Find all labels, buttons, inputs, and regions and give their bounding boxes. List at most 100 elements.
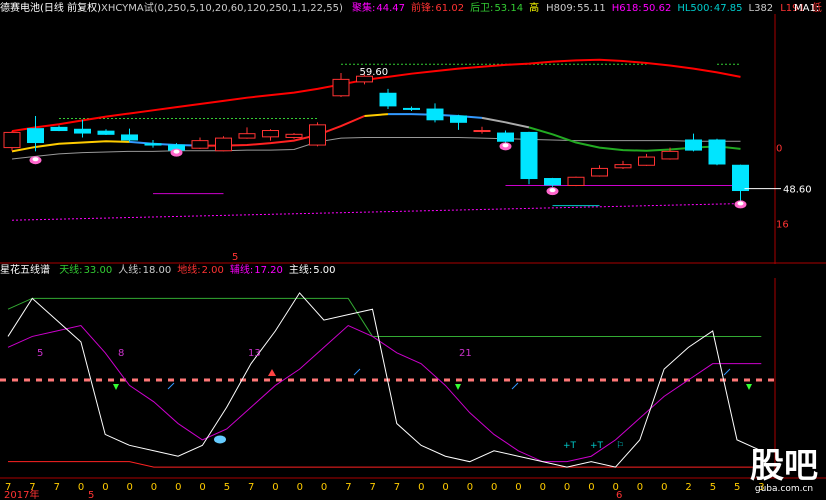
sell-arrow-icon	[268, 369, 276, 376]
chart-window: 德赛电池(日线 前复权)XHCYMA试(0,250,5,10,20,60,120…	[0, 0, 826, 500]
candle-body	[450, 115, 467, 123]
indicator-item: 聚集:44.47	[352, 3, 405, 14]
x-tick-label: 0	[588, 482, 594, 493]
watermark-logo: 股吧	[750, 446, 818, 486]
candle-body	[3, 131, 21, 149]
formula-text: XHCYMA试(0,250,5,10,20,60,120,250,1,1,22,…	[100, 3, 343, 14]
line-value: 18.00	[142, 265, 172, 276]
candle-body	[97, 130, 115, 135]
line-item: 天线:33.00	[59, 265, 112, 276]
x-tick-label: 0	[491, 482, 497, 493]
indicator-label: L382	[748, 3, 774, 14]
candle-body	[544, 178, 561, 186]
indicator-value: 53.14	[494, 3, 524, 14]
right-axis-sixteen: 16	[776, 219, 789, 230]
line-value: 17.20	[254, 265, 283, 276]
buy-arrow-icon	[455, 384, 461, 390]
indicator-value: 50.62	[642, 3, 672, 14]
x-tick-label: 0	[442, 482, 448, 493]
x-tick-label: 0	[637, 482, 643, 493]
candle-body	[473, 130, 491, 133]
line-value: 33.00	[83, 265, 113, 276]
indicator-item: 后卫:53.14	[470, 3, 523, 14]
x-tick-label: 0	[564, 482, 570, 493]
watermark: 股吧 guba.com.cn	[750, 448, 818, 494]
candle-body	[74, 128, 91, 134]
x-tick-label: 0	[540, 482, 546, 493]
signal-label: ⚐	[616, 441, 624, 451]
candle-body	[332, 78, 350, 97]
trend-tick-icon	[353, 368, 361, 376]
candle-body	[27, 128, 44, 144]
indicator-label: HL500:	[677, 3, 713, 14]
line-value: 2.00	[201, 265, 224, 276]
indicator-label: 聚集:	[352, 3, 376, 14]
month-label: 6	[616, 490, 622, 500]
x-tick-label: 7	[54, 482, 60, 493]
candle-body	[661, 150, 679, 160]
x-tick-label: 0	[78, 482, 84, 493]
indicator-item: 高	[529, 3, 540, 14]
indicator-line-values: 天线:33.00 人线:18.00 地线:2.00 辅线:17.20 主线:5.00	[59, 265, 341, 276]
line-value: 5.00	[313, 265, 336, 276]
watermark-url: guba.com.cn	[754, 484, 814, 494]
indicator-value: 47.85	[713, 3, 743, 14]
x-tick-label: 0	[127, 482, 133, 493]
indicator-item: H618:50.62	[612, 3, 672, 14]
x-tick-label: 7	[248, 482, 254, 493]
x-tick-label: 2	[685, 482, 691, 493]
short-ma-line	[481, 116, 530, 129]
x-tick-label: 5	[710, 482, 716, 493]
x-tick-label: 7	[370, 482, 376, 493]
candle-body	[497, 132, 514, 142]
lotus-icon	[173, 149, 180, 154]
indicator-value: 61.02	[435, 3, 465, 14]
candle-body	[50, 126, 68, 132]
line-label: 天线:	[59, 265, 83, 276]
candle-body	[685, 139, 702, 151]
indicator-header: 星花五线谱 天线:33.00 人线:18.00 地线:2.00 辅线:17.20 主线:…	[0, 264, 348, 278]
low-price-label: 48.60	[783, 185, 812, 196]
diamond-icon	[214, 435, 226, 444]
line-item: 辅线:17.20	[230, 265, 283, 276]
indicator-item: HL500:47.85	[677, 3, 742, 14]
indicator-value: 44.47	[376, 3, 406, 14]
candle-body	[614, 164, 632, 169]
candle-body	[403, 107, 420, 110]
support-trend-line	[11, 203, 741, 221]
line-label: 地线:	[177, 265, 201, 276]
indicator-line-2	[8, 461, 762, 468]
candle-body	[285, 133, 303, 138]
line-item: 地线:2.00	[177, 265, 224, 276]
fib-label: 13	[248, 348, 261, 359]
fib-label: 21	[459, 348, 472, 359]
month-label: 5	[88, 490, 94, 500]
x-tick-label: 0	[151, 482, 157, 493]
x-tick-label: 0	[297, 482, 303, 493]
lotus-icon	[737, 201, 744, 206]
indicator-label: H809:	[546, 3, 577, 14]
line-item: 主线:5.00	[289, 265, 336, 276]
candle-body	[567, 176, 585, 186]
line-label: 辅线:	[229, 265, 254, 276]
indicator-value: 55.11	[577, 3, 606, 14]
candle-body	[520, 131, 538, 180]
indicator-item: L382	[749, 3, 775, 14]
candle-body	[121, 134, 138, 141]
stock-name: 德赛电池(日线 前复权)	[0, 3, 101, 14]
x-tick-label: 5	[734, 482, 740, 493]
year-label: 2017年	[4, 488, 39, 500]
lotus-icon	[502, 143, 509, 148]
x-tick-label: 0	[199, 482, 205, 493]
short-ma-line	[364, 113, 389, 117]
x-tick-label: 0	[321, 482, 327, 493]
x-tick-label: 0	[175, 482, 181, 493]
candle-body	[708, 139, 726, 165]
buy-arrow-icon	[113, 384, 119, 390]
indicator-label: 后卫:	[470, 3, 494, 14]
buy-arrow-icon	[746, 384, 752, 390]
indicator-name: 星花五线谱	[0, 265, 50, 276]
x-tick-label: 0	[661, 482, 667, 493]
line-label: 人线:	[118, 265, 142, 276]
x-tick-label: 0	[515, 482, 521, 493]
